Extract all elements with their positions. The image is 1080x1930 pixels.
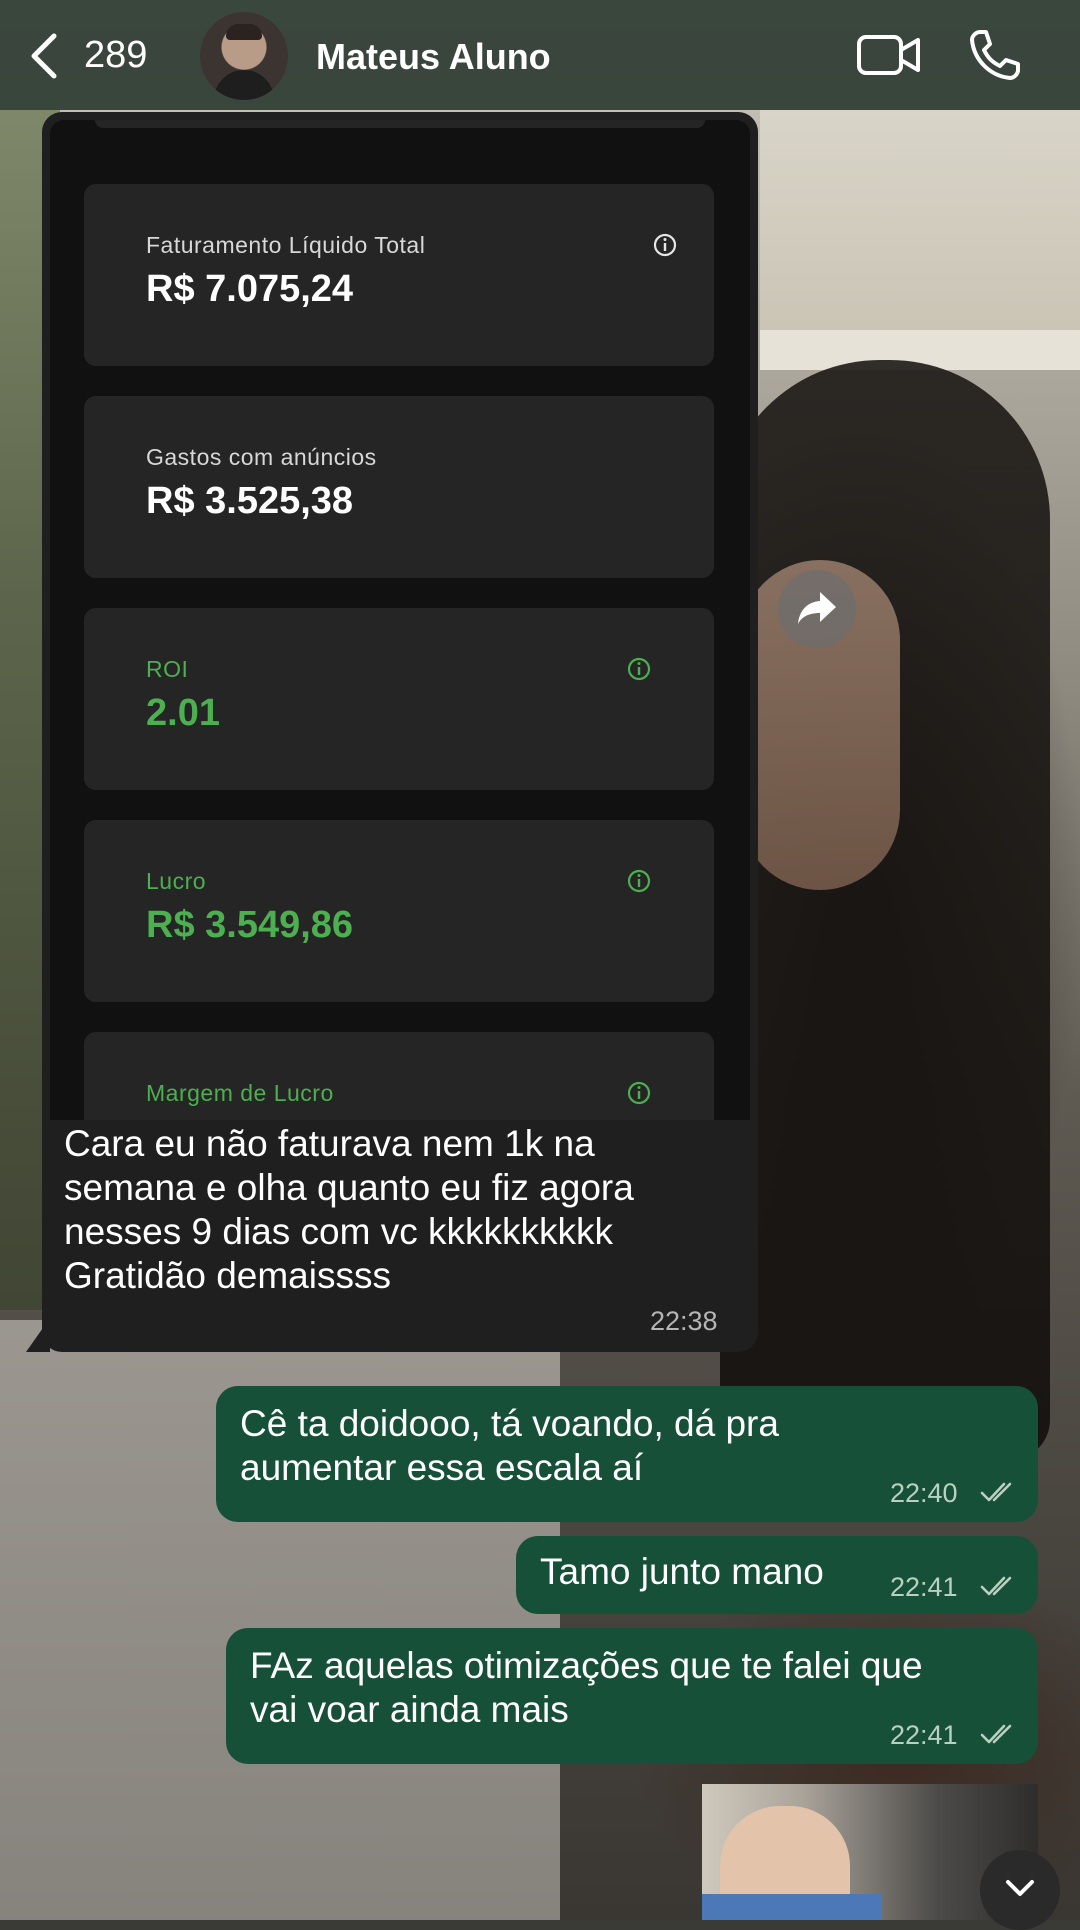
- message-line: semana e olha quanto eu fiz agora: [64, 1167, 634, 1208]
- double-check-icon: [980, 1576, 1012, 1596]
- outgoing-message-text: FAz aquelas otimizações que te falei que…: [250, 1644, 1030, 1732]
- metric-value: R$ 3.549,86: [146, 904, 354, 946]
- double-check-icon: [980, 1724, 1012, 1744]
- sticker-shirt: [702, 1894, 882, 1920]
- metric-card-faturamento: Faturamento Líquido Total R$ 7.075,24: [84, 184, 714, 366]
- metric-value: R$ 7.075,24: [146, 268, 354, 310]
- double-check-icon: [980, 1482, 1012, 1502]
- incoming-message-text: Cara eu não faturava nem 1k na semana e …: [64, 1122, 724, 1298]
- metric-card-margem: Margem de Lucro: [84, 1032, 714, 1120]
- message-line: Gratidão demaissss: [64, 1255, 391, 1296]
- info-icon: [627, 1081, 651, 1105]
- metric-label: Faturamento Líquido Total: [146, 232, 426, 258]
- avatar-hair: [226, 24, 262, 40]
- info-icon: [653, 233, 677, 257]
- message-time: 22:41: [890, 1572, 958, 1602]
- message-line: Cê ta doidooo, tá voando, dá pra: [240, 1403, 779, 1444]
- forward-arrow-icon: [798, 592, 836, 624]
- back-unread-count[interactable]: 289: [84, 34, 147, 77]
- chevron-left-icon[interactable]: [26, 32, 62, 80]
- avatar-body: [214, 70, 274, 100]
- metric-value: 2.01: [146, 692, 220, 734]
- message-line: nesses 9 dias com vc kkkkkkkkkk: [64, 1211, 613, 1252]
- info-icon: [627, 869, 651, 893]
- image-top-edge: [95, 120, 705, 128]
- metric-card-roi: ROI 2.01: [84, 608, 714, 790]
- metric-label: ROI: [146, 656, 189, 682]
- chat-header: 289 Mateus Aluno: [0, 0, 1080, 110]
- metric-card-gastos: Gastos com anúncios R$ 3.525,38: [84, 396, 714, 578]
- metric-label: Margem de Lucro: [146, 1080, 334, 1106]
- message-line: Cara eu não faturava nem 1k na: [64, 1123, 595, 1164]
- outgoing-message-text: Cê ta doidooo, tá voando, dá pra aumenta…: [240, 1402, 1020, 1490]
- metric-label: Lucro: [146, 868, 207, 894]
- video-camera-icon[interactable]: [856, 32, 922, 78]
- contact-name[interactable]: Mateus Aluno: [316, 36, 551, 78]
- message-time: 22:40: [890, 1478, 958, 1508]
- info-icon: [627, 657, 651, 681]
- metric-card-lucro: Lucro R$ 3.549,86: [84, 820, 714, 1002]
- forward-button[interactable]: [778, 570, 856, 648]
- scroll-down-button[interactable]: [980, 1850, 1060, 1930]
- message-time: 22:41: [890, 1720, 958, 1750]
- wallpaper-person-hair: [720, 360, 1050, 1460]
- message-time: 22:38: [650, 1306, 718, 1336]
- outgoing-message-text: Tamo junto mano: [540, 1550, 824, 1594]
- phone-icon[interactable]: [968, 28, 1022, 82]
- metric-value: R$ 3.525,38: [146, 480, 354, 522]
- shared-image[interactable]: Faturamento Líquido Total R$ 7.075,24 Ga…: [50, 120, 750, 1120]
- avatar[interactable]: [200, 12, 288, 100]
- message-line: Tamo junto mano: [540, 1551, 824, 1592]
- incoming-bubble-tail: [26, 1318, 50, 1352]
- chevron-down-icon: [1006, 1880, 1034, 1896]
- message-line: FAz aquelas otimizações que te falei que: [250, 1645, 923, 1686]
- metric-label: Gastos com anúncios: [146, 444, 377, 470]
